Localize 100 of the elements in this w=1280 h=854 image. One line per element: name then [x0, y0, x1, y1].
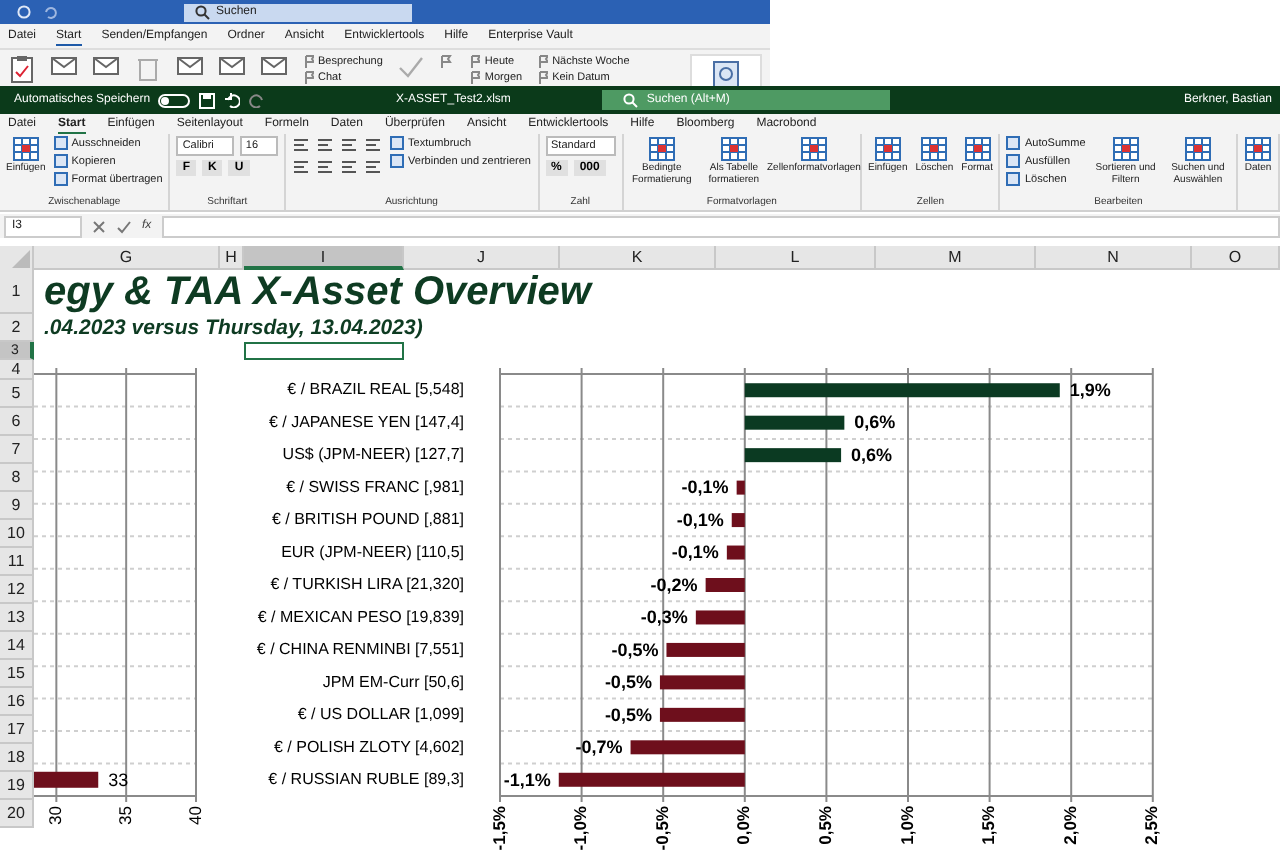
chart-bar [736, 480, 745, 495]
grid-icon[interactable] [11, 136, 40, 162]
check-icon[interactable] [116, 219, 132, 233]
grid-icon[interactable] [799, 136, 828, 162]
data-label: -0,5% [604, 704, 652, 725]
align-icon[interactable] [316, 158, 335, 176]
chart-bar [695, 610, 745, 625]
column-header[interactable]: K [560, 246, 716, 270]
data-label: 0,6% [854, 412, 896, 433]
row-header[interactable]: 11 [0, 548, 34, 576]
column-header[interactable]: L [716, 246, 876, 270]
column-header[interactable]: M [876, 246, 1036, 270]
grid-icon[interactable] [873, 136, 902, 162]
column-header[interactable]: O [1192, 246, 1280, 270]
chart-bar [726, 545, 745, 560]
square-icon[interactable] [53, 172, 68, 186]
axis-label: 30 [44, 806, 65, 825]
row-header[interactable]: 19 [0, 772, 34, 800]
flag-icon[interactable] [536, 70, 549, 84]
row-header[interactable]: 2 [0, 314, 34, 342]
toggle-switch[interactable] [158, 93, 191, 107]
chart-bar [34, 771, 99, 788]
flag-icon[interactable] [536, 54, 549, 68]
align-icon[interactable] [340, 158, 359, 176]
row-header[interactable]: 9 [0, 492, 34, 520]
envelope-icon[interactable] [50, 54, 78, 78]
column-header[interactable]: N [1036, 246, 1192, 270]
row-header[interactable]: 20 [0, 800, 34, 828]
axis-label: 35 [114, 806, 135, 825]
align-icon[interactable] [292, 158, 311, 176]
row-header[interactable]: 7 [0, 436, 34, 464]
column-header[interactable]: G [34, 246, 220, 270]
cancel-icon[interactable] [92, 219, 106, 233]
grid-icon[interactable] [1111, 136, 1140, 162]
clipboard-icon[interactable] [8, 54, 36, 84]
axis-label: 2,0% [1059, 806, 1080, 845]
row-header[interactable]: 6 [0, 408, 34, 436]
sheet-subtitle: .04.2023 versus Thursday, 13.04.2023) [42, 314, 425, 342]
active-cell[interactable] [244, 342, 404, 360]
square-icon[interactable] [53, 136, 68, 150]
category-label: € / POLISH ZLOTY [4,602] [273, 737, 464, 756]
axis-label: 2,5% [1141, 806, 1162, 845]
row-header[interactable]: 15 [0, 660, 34, 688]
square-icon[interactable] [390, 154, 405, 168]
grid-icon[interactable] [963, 136, 992, 162]
row-header[interactable]: 5 [0, 380, 34, 408]
row-header[interactable]: 13 [0, 604, 34, 632]
data-label: -0,5% [604, 672, 652, 693]
flag-icon[interactable] [302, 54, 314, 68]
row-header[interactable]: 8 [0, 464, 34, 492]
row-header[interactable]: 1 [0, 270, 34, 314]
envelope-icon[interactable] [260, 54, 288, 78]
row-header[interactable]: 4 [0, 360, 34, 380]
grid-icon[interactable] [719, 136, 748, 162]
align-icon[interactable] [316, 136, 335, 154]
formula-input[interactable] [161, 215, 1280, 237]
axis-label: 0,0% [733, 806, 754, 845]
category-label: € / TURKISH LIRA [21,320] [270, 575, 464, 594]
row-header[interactable]: 10 [0, 520, 34, 548]
flag-icon[interactable] [468, 70, 481, 84]
flag-icon[interactable] [468, 54, 481, 68]
grid-icon[interactable] [1244, 136, 1272, 162]
row-header[interactable]: 18 [0, 744, 34, 772]
check-icon[interactable] [396, 54, 425, 80]
chart-bar [630, 740, 745, 755]
data-label: -0,3% [640, 607, 688, 628]
category-label: € / CHINA RENMINBI [7,551] [256, 640, 464, 659]
envelope-icon[interactable] [218, 54, 246, 78]
chart-bar [744, 448, 842, 463]
envelope-icon[interactable] [176, 54, 204, 78]
flag-icon[interactable] [438, 54, 455, 74]
align-icon[interactable] [364, 158, 383, 176]
axis-label: 1,0% [896, 806, 917, 845]
data-label: -0,1% [681, 477, 729, 498]
column-header[interactable]: J [404, 246, 560, 270]
grid-icon[interactable] [1183, 136, 1212, 162]
row-header[interactable]: 17 [0, 716, 34, 744]
flag-icon[interactable] [302, 70, 314, 84]
envelope-icon[interactable] [92, 54, 120, 78]
row-header[interactable]: 16 [0, 688, 34, 716]
align-icon[interactable] [340, 136, 359, 154]
square-icon[interactable] [390, 136, 405, 150]
chart-bar [731, 513, 745, 528]
square-icon[interactable] [1006, 136, 1021, 150]
grid-icon[interactable] [647, 136, 676, 162]
search-icon[interactable] [194, 4, 210, 20]
square-icon[interactable] [53, 154, 68, 168]
align-icon[interactable] [292, 136, 311, 154]
square-icon[interactable] [1006, 154, 1021, 168]
align-icon[interactable] [364, 136, 383, 154]
row-header[interactable]: 14 [0, 632, 34, 660]
grid-icon[interactable] [920, 136, 949, 162]
data-label: -0,1% [671, 542, 719, 563]
column-header[interactable]: I [244, 246, 404, 270]
square-icon[interactable] [1006, 172, 1021, 186]
redo-icon[interactable] [248, 92, 265, 108]
save-icon[interactable] [198, 91, 217, 109]
category-label: EUR (JPM-NEER) [110,5] [281, 542, 464, 561]
row-header[interactable]: 12 [0, 576, 34, 604]
axis-label: -0,5% [651, 806, 672, 851]
